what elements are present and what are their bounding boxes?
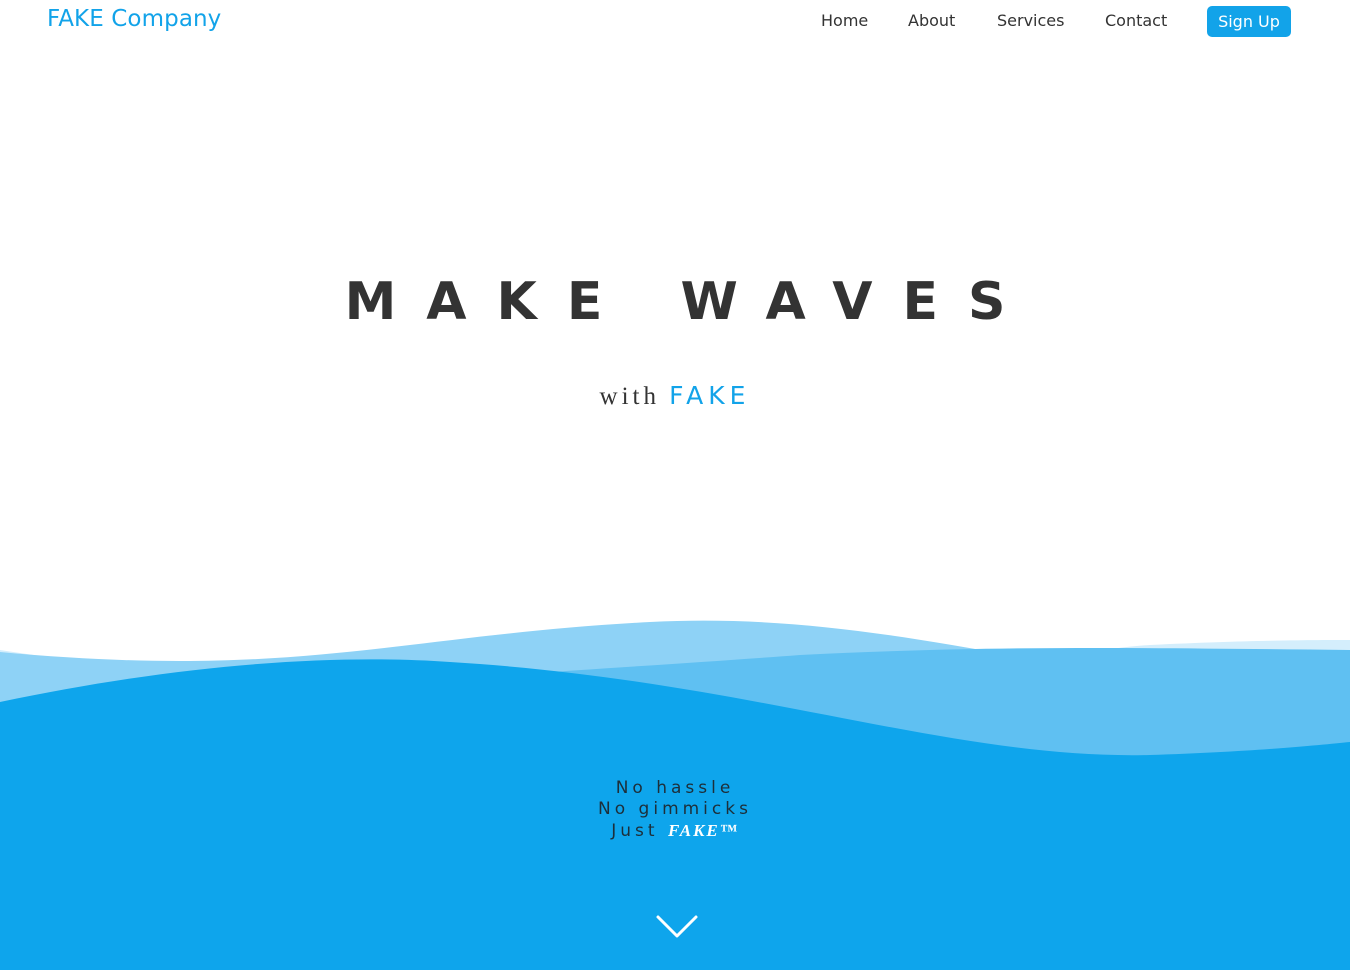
landing-page: FAKE Company Home About Services Contact… [0,0,1350,970]
nav-link-about[interactable]: About [908,11,955,30]
navbar: FAKE Company Home About Services Contact… [0,0,1350,44]
tagline: No hassle No gimmicks Just FAKE™ [0,778,1350,842]
nav-link-contact[interactable]: Contact [1105,11,1167,30]
nav-link-services[interactable]: Services [997,11,1064,30]
tagline-line-1: No hassle [615,778,735,798]
hero-subtitle: with FAKE [0,381,1350,411]
tagline-just: Just [611,821,659,841]
tagline-line-3: Just FAKE™ [0,820,1350,842]
hero-subtitle-brand: FAKE [669,381,751,410]
tagline-brand: FAKE™ [667,821,739,840]
sign-up-button[interactable]: Sign Up [1207,6,1291,37]
nav-menu: Home About Services Contact [0,11,1350,35]
chevron-down-icon[interactable] [655,912,699,942]
tagline-line-2: No gimmicks [598,799,752,819]
hero-subtitle-with: with [599,383,660,410]
nav-link-home[interactable]: Home [821,11,868,30]
hero-title: MAKE WAVES [344,272,1036,332]
